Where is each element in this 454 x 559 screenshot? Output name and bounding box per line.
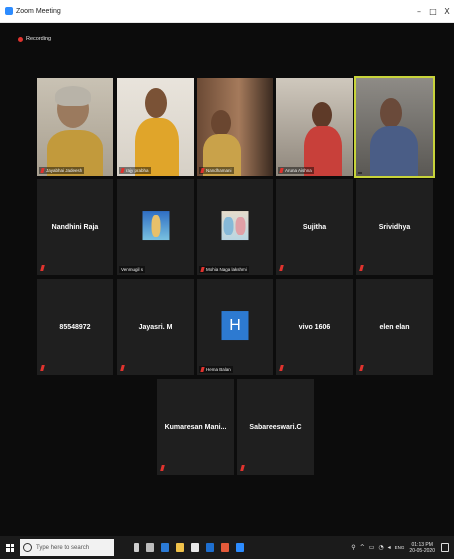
notifications-icon[interactable] xyxy=(441,543,449,552)
participant-label: Aruna Aishna xyxy=(278,167,314,174)
title-bar: Zoom Meeting – □ X xyxy=(0,0,454,23)
battery-icon[interactable]: ▭ xyxy=(369,544,375,551)
taskbar-clock[interactable]: 01:13 PM 20-05-2020 xyxy=(409,542,435,554)
participant-label xyxy=(358,172,362,174)
participant-name: Jayasri. M xyxy=(138,323,173,331)
video-tile-active-speaker[interactable] xyxy=(354,76,435,178)
mic-muted-icon xyxy=(200,267,205,272)
mic-muted-icon xyxy=(279,168,284,173)
volume-icon[interactable]: ◂ xyxy=(388,544,391,551)
participant-tile[interactable]: elen elan xyxy=(356,279,433,375)
taskbar-search-input[interactable]: Type here to search xyxy=(20,539,114,556)
mail-icon[interactable] xyxy=(206,543,214,552)
video-tile[interactable]: Aruna Aishna xyxy=(276,78,353,176)
participant-label: rajy prabha xyxy=(119,167,151,174)
mic-muted-icon xyxy=(120,168,125,173)
windows-start-icon[interactable] xyxy=(6,543,14,552)
participant-label: Nandhamani xyxy=(199,167,234,174)
participant-name: vivo 1606 xyxy=(298,323,331,331)
participant-tile[interactable]: Mohia Naga lakshmi xyxy=(197,179,273,275)
video-tile[interactable]: rajy prabha xyxy=(117,78,194,176)
maximize-button[interactable]: □ xyxy=(426,7,440,16)
participant-tile[interactable]: Jayasri. M xyxy=(117,279,194,375)
participant-name: Nandhini Raja xyxy=(51,223,99,231)
participant-tile[interactable]: 85548972 xyxy=(37,279,113,375)
windows-taskbar: Type here to search ⚲ ^ ▭ ◔ ◂ ENG 01:13 … xyxy=(0,536,454,559)
participant-name: Srividhya xyxy=(378,223,411,231)
minimize-button[interactable]: – xyxy=(412,7,426,16)
language-indicator[interactable]: ENG xyxy=(395,545,405,550)
participant-tile[interactable]: Sabareeswari.C xyxy=(237,379,314,475)
close-button[interactable]: X xyxy=(440,7,454,16)
mic-muted-icon xyxy=(40,168,45,173)
meeting-gallery: Recording Jayabhai Jadeesh rajy prabha N… xyxy=(0,23,454,536)
chevron-up-icon[interactable]: ^ xyxy=(360,544,365,551)
video-tile[interactable]: Jayabhai Jadeesh xyxy=(37,78,113,176)
participant-name: Kumaresan Mani... xyxy=(164,423,227,431)
recording-indicator[interactable]: Recording xyxy=(18,36,51,42)
edge-browser-icon[interactable] xyxy=(161,543,169,552)
microphone-icon[interactable] xyxy=(134,543,139,552)
video-tile[interactable]: Nandhamani xyxy=(197,78,273,176)
participant-label: Jayabhai Jadeesh xyxy=(39,167,85,174)
profile-picture xyxy=(221,211,249,241)
task-view-icon[interactable] xyxy=(146,543,154,552)
system-tray: ⚲ ^ ▭ ◔ ◂ ENG 01:13 PM 20-05-2020 xyxy=(351,542,454,554)
wifi-icon[interactable]: ◔ xyxy=(378,544,383,551)
participant-tile[interactable]: vivo 1606 xyxy=(276,279,353,375)
participant-tile[interactable]: Kumaresan Mani... xyxy=(157,379,234,475)
participant-label: Hema Balan xyxy=(199,366,233,373)
participant-name: Sujitha xyxy=(302,223,327,231)
zoom-taskbar-icon[interactable] xyxy=(236,543,244,552)
file-explorer-icon[interactable] xyxy=(176,543,184,552)
recording-dot-icon xyxy=(18,36,23,42)
participant-name: 85548972 xyxy=(59,323,91,331)
people-icon[interactable]: ⚲ xyxy=(351,544,355,551)
mic-muted-icon xyxy=(200,168,205,173)
chrome-icon[interactable] xyxy=(221,543,229,552)
participant-tile[interactable]: Sujitha xyxy=(276,179,353,275)
participant-tile[interactable]: Srividhya xyxy=(356,179,433,275)
participant-label: Venmugil s xyxy=(119,266,146,273)
zoom-app-icon xyxy=(5,7,13,15)
clock-time: 01:13 PM xyxy=(411,541,433,548)
avatar: H xyxy=(221,311,249,341)
participant-label: Mohia Naga lakshmi xyxy=(199,266,249,273)
recording-label: Recording xyxy=(26,36,52,42)
participant-tile[interactable]: Nandhini Raja xyxy=(37,179,113,275)
search-placeholder: Type here to search xyxy=(36,544,90,551)
cortana-icon xyxy=(23,543,32,552)
participant-tile[interactable]: Venmugil s xyxy=(117,179,194,275)
store-icon[interactable] xyxy=(191,543,199,552)
participant-name: elen elan xyxy=(379,323,410,331)
profile-picture xyxy=(142,211,169,241)
clock-date: 20-05-2020 xyxy=(409,547,435,554)
participant-name: Sabareeswari.C xyxy=(249,423,302,431)
participant-tile[interactable]: H Hema Balan xyxy=(197,279,273,375)
window-title: Zoom Meeting xyxy=(16,7,61,15)
mic-muted-icon xyxy=(200,367,205,372)
